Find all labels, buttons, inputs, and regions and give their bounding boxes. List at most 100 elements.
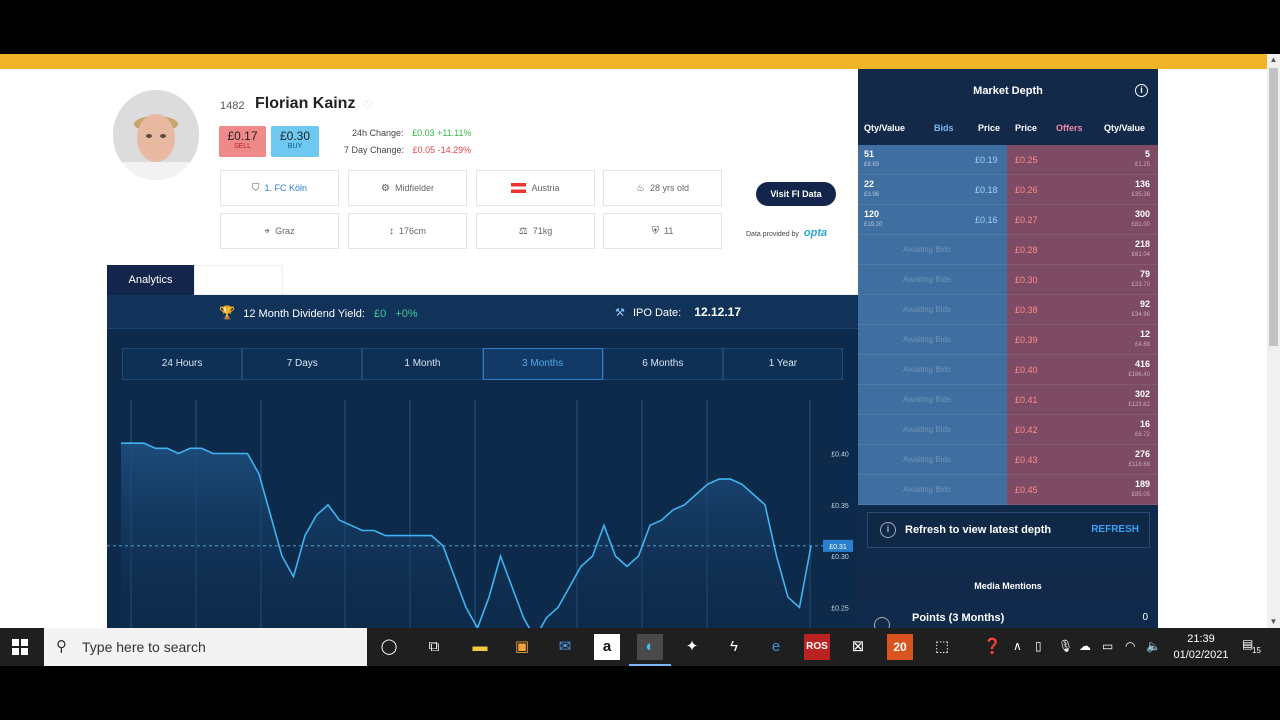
info-icon[interactable]: i [1135,84,1148,97]
period-7-days[interactable]: 7 Days [242,348,363,380]
depth-row[interactable]: Awaiting Bids £0.28 218 £61.04 [858,235,1158,265]
info-club[interactable]: ⛉ 1. FC Köln [220,170,339,206]
refresh-button[interactable]: REFRESH [1091,524,1139,535]
col-bids: Bids [934,123,954,133]
change-24h-label: 24h Change: [352,128,404,138]
scroll-up-icon[interactable]: ▲ [1267,54,1280,66]
windows-start-icon[interactable] [12,639,28,655]
awaiting-bids: Awaiting Bids [903,395,951,404]
shirt-icon: ⛨ [651,225,660,237]
notification-count: 15 [1252,646,1261,655]
dropbox-icon[interactable]: ✦ [679,634,705,660]
info-position: ⚙ Midfielder [348,170,467,206]
offer-value: £35.36 [1131,192,1150,198]
buy-button[interactable]: £0.30 BUY [271,126,319,157]
offer-value: £85.05 [1131,492,1150,498]
depth-row[interactable]: 51 £9.69 £0.19 £0.25 5 £1.25 [858,145,1158,175]
sell-button[interactable]: £0.17 SELL [219,126,266,157]
file-explorer-icon[interactable]: ▬ [467,634,493,660]
info-circle-icon: i [880,522,896,538]
app-bolt-icon[interactable]: ϟ [721,634,747,660]
tab-empty[interactable] [194,265,283,295]
tab-analytics[interactable]: Analytics [107,265,194,295]
offer-value: £61.04 [1131,252,1150,258]
mail-icon[interactable]: ✉ [552,634,578,660]
edge-icon[interactable]: ◐ [629,634,671,666]
battery-icon[interactable]: ▭ [1102,639,1113,653]
offer-qty: 302 [1134,389,1150,399]
market-depth-header: Market Depth i [858,69,1158,114]
depth-row[interactable]: Awaiting Bids £0.38 92 £34.96 [858,295,1158,325]
amazon-icon[interactable]: a [594,634,620,660]
store-icon[interactable]: ▣ [509,634,535,660]
awaiting-bids: Awaiting Bids [903,305,951,314]
offer-qty: 12 [1139,329,1150,339]
analytics-panel: 🏆 12 Month Dividend Yield: £0 +0% ⚒ IPO … [107,295,858,628]
buy-price: £0.30 [279,129,311,143]
depth-row[interactable]: Awaiting Bids £0.43 276 £118.68 [858,445,1158,475]
col-qty-right: Qty/Value [1104,123,1146,133]
bid-value: £3.96 [864,192,880,198]
depth-row[interactable]: Awaiting Bids £0.39 12 £4.68 [858,325,1158,355]
offer-price: £0.42 [1015,425,1038,435]
media-mentions-header: Media Mentions [858,572,1158,600]
excel-icon[interactable]: ⊠ [845,634,871,660]
offer-price: £0.45 [1015,485,1038,495]
depth-row[interactable]: 120 £19.20 £0.16 £0.27 300 £81.00 [858,205,1158,235]
internet-explorer-icon[interactable]: e [763,634,789,660]
task-view-icon[interactable]: ⧉ [421,634,447,660]
page-scrollbar[interactable]: ▲ ▼ [1267,54,1280,628]
height-icon: ↕ [388,225,394,237]
phone-icon[interactable]: ▯ [1035,639,1042,653]
chevron-up-icon[interactable]: ∧ [1013,639,1022,653]
offer-price: £0.43 [1015,455,1038,465]
depth-row[interactable]: Awaiting Bids £0.40 416 £166.40 [858,355,1158,385]
microphone-icon[interactable]: 🎙 [1058,639,1073,653]
info-country: Austria [476,170,595,206]
offer-value: £34.96 [1131,312,1150,318]
period-6-months[interactable]: 6 Months [602,348,723,380]
snip-tool-icon[interactable]: ⬚ [929,634,955,660]
offer-price: £0.39 [1015,335,1038,345]
scrollbar-thumb[interactable] [1269,68,1278,346]
cortana-icon[interactable]: ◯ [376,634,402,660]
help-tray-icon[interactable]: ❓ [983,637,1002,655]
wifi-icon[interactable]: ◠ [1125,639,1135,653]
offer-price: £0.38 [1015,305,1038,315]
col-qty-left: Qty/Value [864,123,906,133]
hammer-icon: ⚒ [615,307,625,319]
price-chart[interactable]: £0.31 £0.40 £0.35 £0.30 £0.25 [107,385,858,628]
visit-fi-data-button[interactable]: Visit FI Data [756,182,836,206]
help-icon[interactable] [874,617,890,628]
depth-row[interactable]: 22 £3.96 £0.18 £0.26 136 £35.36 [858,175,1158,205]
ipo-label: IPO Date: [632,307,682,319]
depth-row[interactable]: Awaiting Bids £0.42 16 £6.72 [858,415,1158,445]
depth-row[interactable]: Awaiting Bids £0.45 189 £85.05 [858,475,1158,505]
clock-time: 21:39 [1187,633,1215,645]
weight-icon: ⚖ [518,225,528,237]
cake-icon: ♨ [636,182,645,194]
depth-row[interactable]: Awaiting Bids £0.30 79 £23.70 [858,265,1158,295]
offer-value: £4.68 [1134,342,1150,348]
favourite-icon[interactable]: ♡ [362,98,373,112]
player-id: 1482 [220,100,245,112]
taskbar-search[interactable]: ⚲ Type here to search [44,628,367,666]
chart-area [121,443,811,628]
period-1-year[interactable]: 1 Year [722,348,844,380]
cloud-icon[interactable]: ☁ [1079,639,1091,653]
scroll-down-icon[interactable]: ▼ [1267,616,1280,628]
notification-icon[interactable]: ▤ 15 [1242,637,1262,655]
period-3-months[interactable]: 3 Months [482,348,603,380]
offer-qty: 416 [1134,359,1150,369]
depth-row[interactable]: Awaiting Bids £0.41 302 £123.82 [858,385,1158,415]
clock[interactable]: 21:39 01/02/2021 [1171,631,1231,663]
current-price-label: £0.31 [829,544,847,551]
period-1-month[interactable]: 1 Month [362,348,483,380]
ipo-date: ⚒ IPO Date: 12.12.17 [615,305,741,319]
market-depth-columns: Qty/Value Bids Price Price Offers Qty/Va… [858,114,1158,142]
period-24-hours[interactable]: 24 Hours [122,348,243,380]
volume-icon[interactable]: 🔈 [1146,639,1161,653]
badge-app-icon[interactable]: 20 [887,634,913,660]
club-link[interactable]: 1. FC Köln [264,183,307,193]
ros-app-icon[interactable]: ROS [804,634,830,660]
